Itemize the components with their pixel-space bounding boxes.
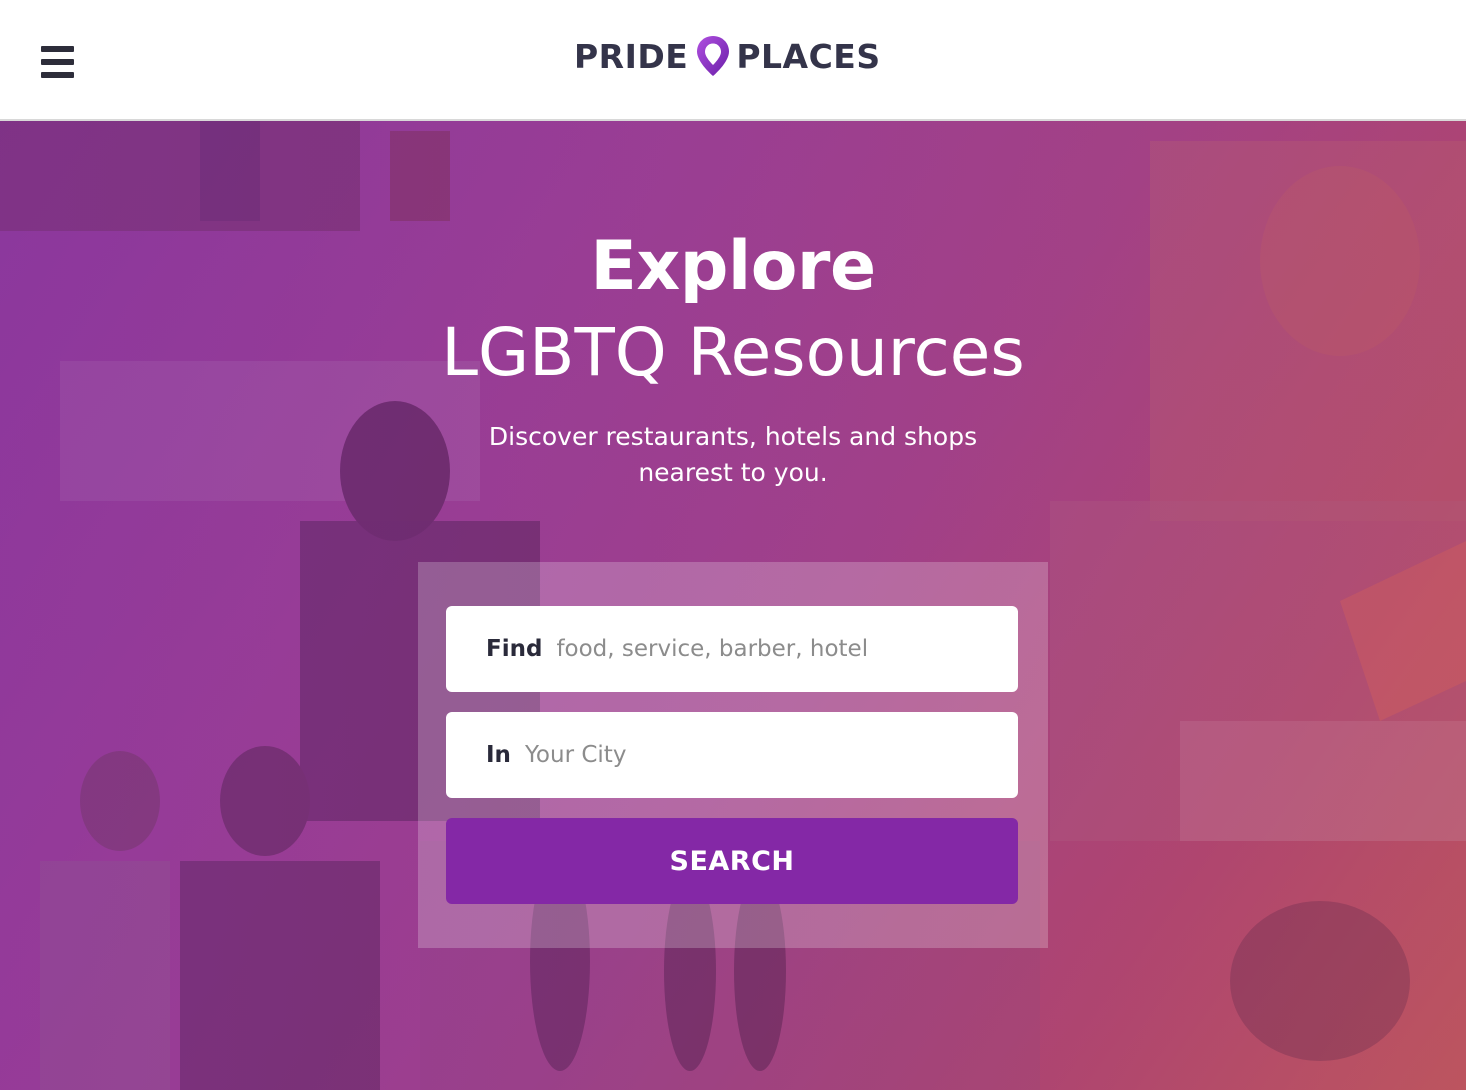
find-field[interactable]: Find: [446, 606, 1018, 692]
in-label: In: [486, 742, 511, 768]
city-field[interactable]: In: [446, 712, 1018, 798]
hero-subtitle: Discover restaurants, hotels and shops n…: [433, 419, 1033, 491]
search-panel: Find In SEARCH: [418, 562, 1048, 948]
hero-subtitle-line2: nearest to you.: [638, 458, 828, 487]
logo-word-left: PRIDE: [574, 36, 689, 76]
site-header: PRIDE PLACES: [0, 0, 1466, 121]
hero-title: Explore: [590, 227, 876, 306]
hero-title-secondary: LGBTQ Resources: [441, 314, 1025, 391]
find-label: Find: [486, 636, 543, 662]
hero-section: Explore LGBTQ Resources Discover restaur…: [0, 121, 1466, 1090]
hamburger-menu-icon[interactable]: [41, 46, 74, 78]
pride-places-logo[interactable]: PRIDE PLACES: [574, 34, 881, 78]
menu-bar: [41, 46, 74, 52]
search-button[interactable]: SEARCH: [446, 818, 1018, 904]
menu-bar: [41, 59, 74, 65]
menu-bar: [41, 72, 74, 78]
logo-word-right: PLACES: [736, 36, 881, 76]
location-pin-icon: [697, 36, 730, 76]
hero-subtitle-line1: Discover restaurants, hotels and shops: [488, 422, 978, 451]
city-input[interactable]: [524, 742, 965, 768]
find-input[interactable]: [556, 636, 997, 662]
